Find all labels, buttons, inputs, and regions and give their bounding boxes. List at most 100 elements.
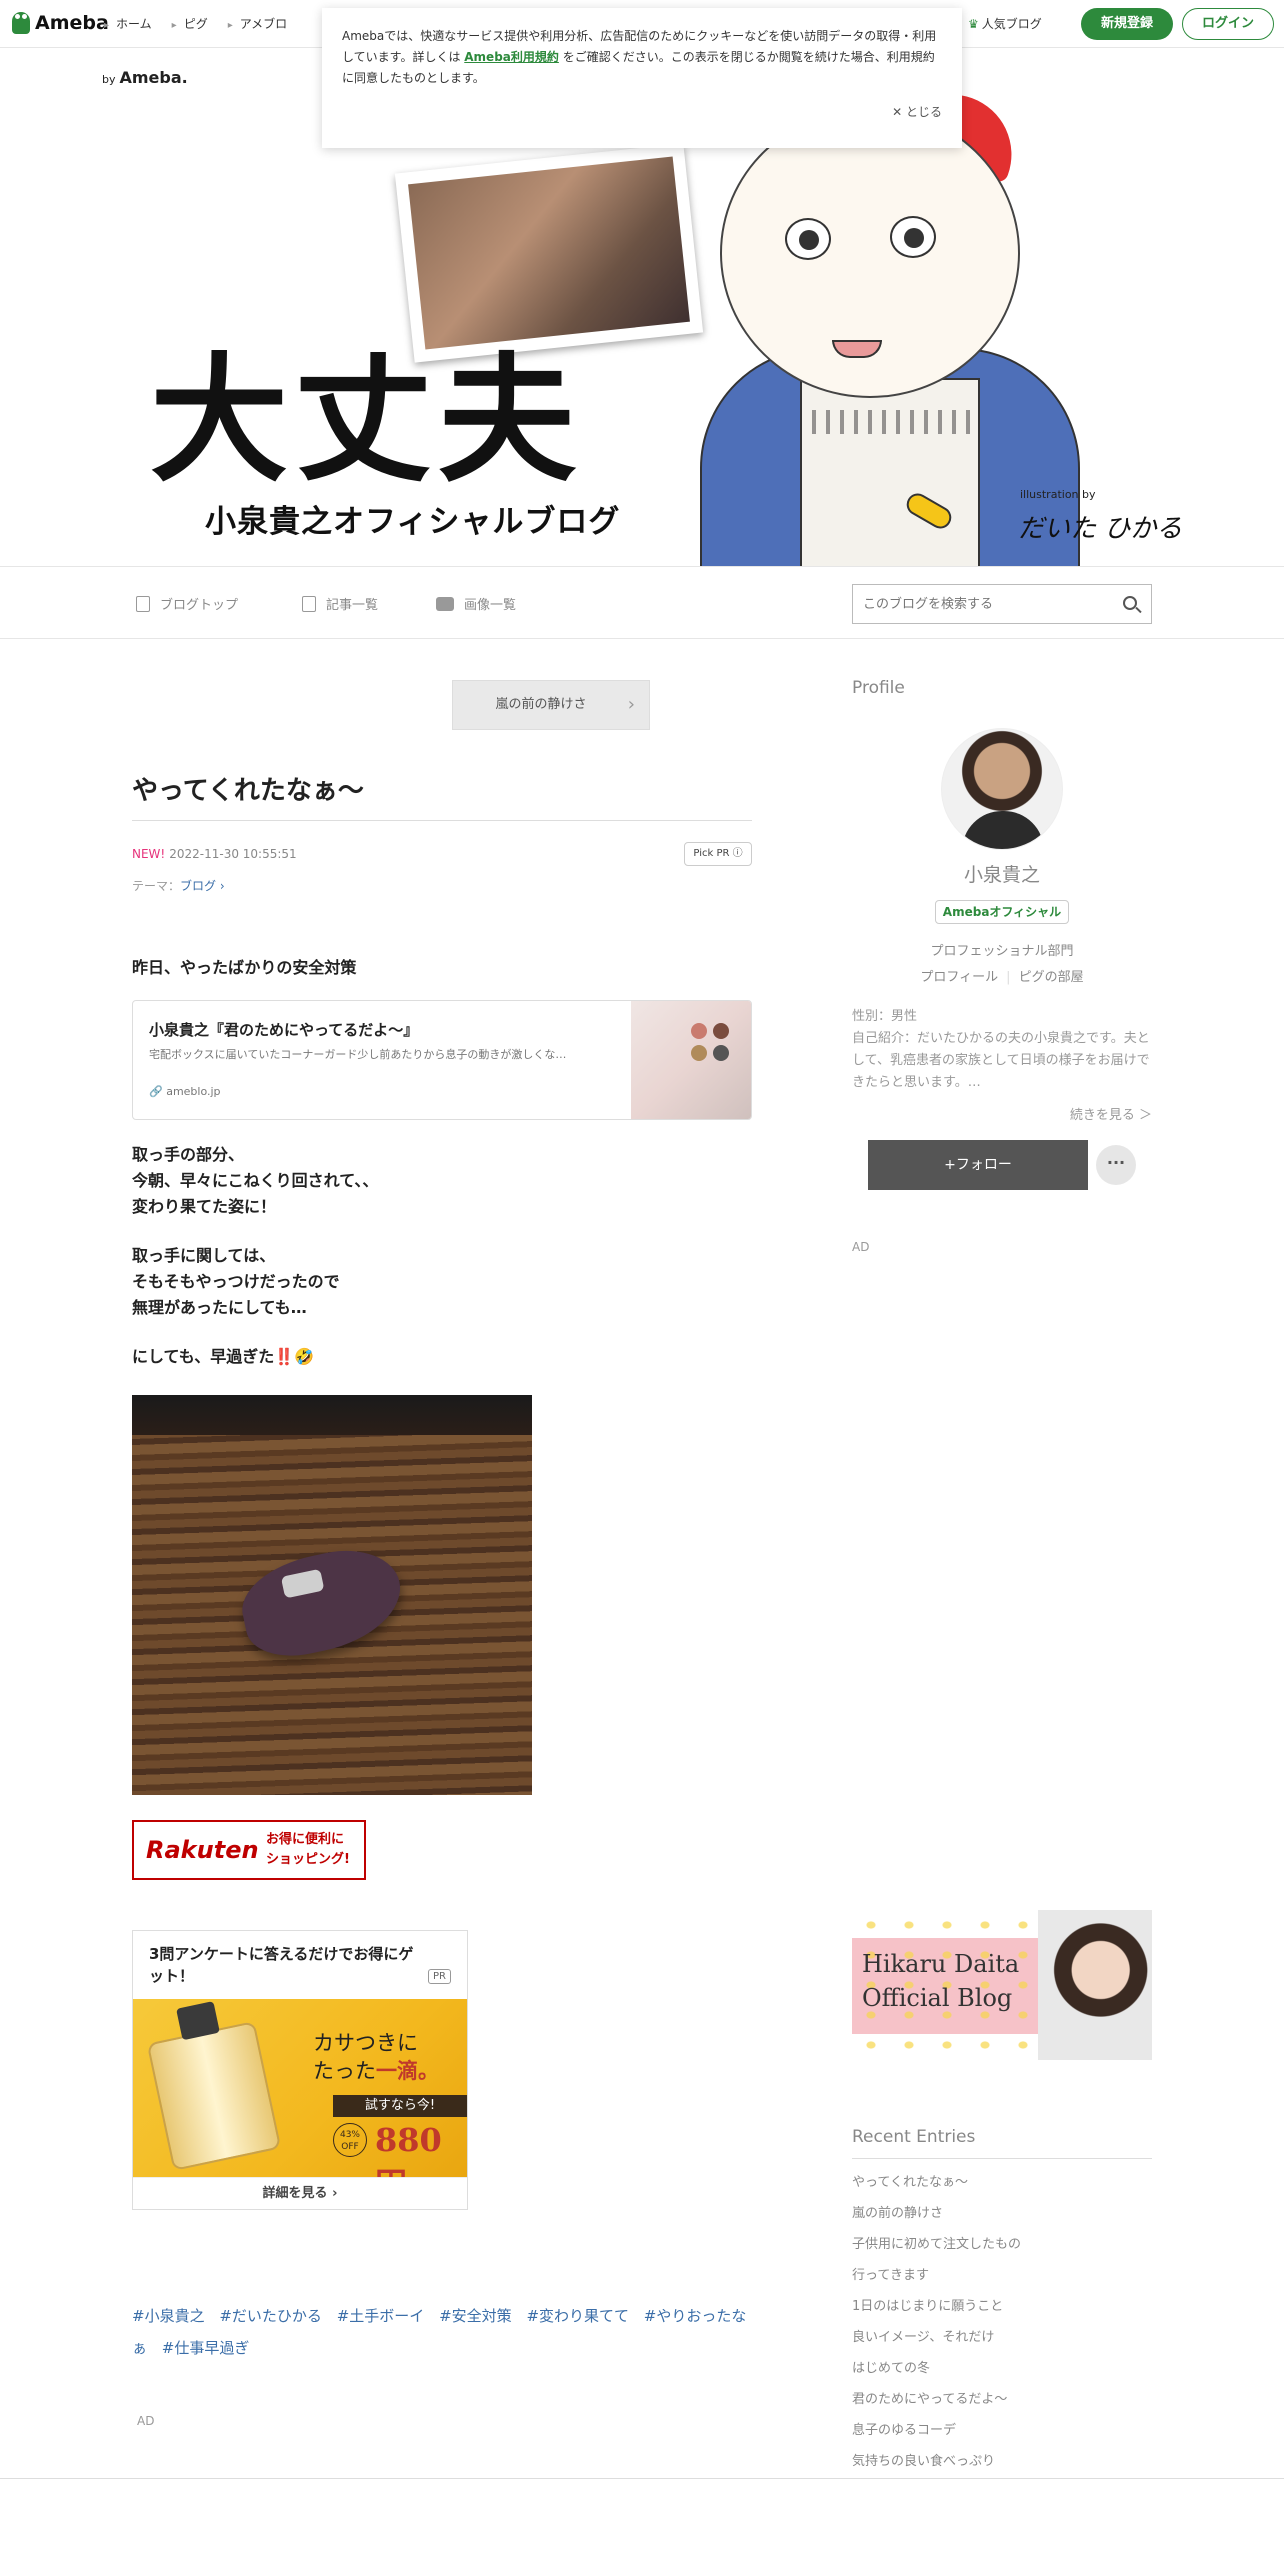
profile-avatar[interactable] xyxy=(941,728,1063,850)
nav-ameblo[interactable]: アメブロ xyxy=(228,15,287,32)
pr-badge: PR xyxy=(428,1969,451,1984)
follow-button[interactable]: +フォロー xyxy=(868,1140,1088,1190)
cookie-close-button[interactable]: ✕ とじる xyxy=(892,102,942,123)
recent-entry[interactable]: 子供用に初めて注文したもの xyxy=(852,2229,1152,2260)
global-nav: ホーム ピグ アメブロ xyxy=(104,15,287,32)
ad-title: 3問アンケートに答えるだけでお得にゲット！ xyxy=(149,1945,414,1985)
nav-pigg[interactable]: ピグ xyxy=(172,15,208,32)
recent-entry[interactable]: 良いイメージ、それだけ xyxy=(852,2322,1152,2353)
camera-icon xyxy=(436,596,454,611)
banner-portrait xyxy=(1038,1910,1152,2060)
theme-link[interactable]: ブログ xyxy=(180,879,216,893)
pigg-room-link[interactable]: ピグの部屋 xyxy=(1019,970,1084,985)
link-icon: 🔗 xyxy=(149,1085,167,1098)
hashtag[interactable]: #安全対策 xyxy=(439,2307,512,2325)
nav-image-list[interactable]: 画像一覧 xyxy=(436,594,516,613)
by-ameba-logo: by Ameba. xyxy=(102,68,188,87)
paragraph-3: にしても、早過ぎた‼️🤣 xyxy=(132,1347,315,1366)
logo-text: Ameba xyxy=(35,12,109,34)
rakuten-banner[interactable]: Rakuten お得に便利に ショッピング! xyxy=(132,1820,366,1880)
hashtag[interactable]: #変わり果てて xyxy=(526,2307,629,2325)
profile-link[interactable]: プロフィール xyxy=(920,970,998,985)
chevron-right-icon: › xyxy=(627,694,635,715)
title-divider xyxy=(132,820,752,821)
linked-entry-card[interactable]: 小泉貴之『君のためにやってるだよ〜』 宅配ボックスに届いていたコーナーガード少し… xyxy=(132,1000,752,1120)
recent-entries-heading: Recent Entries xyxy=(852,2127,976,2147)
cookie-close-label: とじる xyxy=(905,105,942,119)
sponsored-ad-card[interactable]: 3問アンケートに答えるだけでお得にゲット！ PR カサつきに たった一滴。 試す… xyxy=(132,1930,468,2210)
ameba-frog-icon xyxy=(12,12,30,34)
blog-nav: ブログトップ 記事一覧 画像一覧 xyxy=(0,566,1284,639)
profile-category[interactable]: プロフェッショナル部門 xyxy=(852,940,1152,959)
read-more-link[interactable]: 続きを見る ＞ xyxy=(852,1104,1152,1123)
recent-entry[interactable]: 気持ちの良い食べっぷり xyxy=(852,2446,1152,2477)
entry-meta: NEW! 2022-11-30 10:55:51 xyxy=(132,847,297,861)
linkcard-title: 小泉貴之『君のためにやってるだよ〜』 xyxy=(149,1021,419,1039)
blog-search xyxy=(852,584,1152,624)
illustration-eye-right xyxy=(890,216,936,258)
document-icon xyxy=(136,595,150,612)
entry-theme: テーマ：ブログ › xyxy=(132,879,225,893)
nav-blog-top[interactable]: ブログトップ xyxy=(136,594,238,613)
recent-entries-list: やってくれたなぁ〜 嵐の前の静けさ 子供用に初めて注文したもの 行ってきます 1… xyxy=(852,2167,1152,2477)
previous-entry-button[interactable]: 嵐の前の静けさ › xyxy=(452,680,650,730)
paragraph-2: 取っ手に関しては、 そもそもやっつけだったので 無理があったにしても… xyxy=(132,1246,340,1317)
ameba-logo[interactable]: Ameba xyxy=(12,12,109,34)
popular-label: 人気ブログ xyxy=(981,17,1042,31)
linkcard-thumbnail xyxy=(631,1001,751,1119)
cookie-consent-dialog: Amebaでは、快適なサービス提供や利用分析、広告配信のためにクッキーなどを使い… xyxy=(322,8,962,148)
intro-text: 昨日、やったばかりの安全対策 xyxy=(132,958,357,977)
ad-image: カサつきに たった一滴。 試すなら今! 43% OFF 880円 xyxy=(133,1999,467,2177)
illustration-credit-label: illustration by xyxy=(1020,488,1096,501)
terms-link[interactable]: Ameba利用規約 xyxy=(464,50,559,64)
nav-entry-list[interactable]: 記事一覧 xyxy=(302,594,378,613)
paragraph-1: 取っ手の部分、 今朝、早々にこねくり回されて、、 変わり果てた姿に！ xyxy=(132,1145,379,1216)
broken-corner-guard xyxy=(233,1539,411,1666)
recent-entry[interactable]: はじめての冬 xyxy=(852,2353,1152,2384)
hashtag[interactable]: #土手ボーイ xyxy=(337,2307,425,2325)
official-badge[interactable]: Amebaオフィシャル xyxy=(935,900,1069,924)
illustration-credit-name: だいた ひかる xyxy=(1018,514,1183,544)
entry-title[interactable]: やってくれたなぁ〜 xyxy=(132,770,364,807)
illustration-eye-left xyxy=(785,218,831,260)
recent-entry[interactable]: 君のためにやってるだよ〜 xyxy=(852,2384,1152,2415)
profile-bio: 性別：男性 自己紹介：だいたひかるの夫の小泉貴之です。夫として、乳癌患者の家族と… xyxy=(852,1009,1150,1090)
ad-label: AD xyxy=(137,2414,155,2428)
blog-title: 大丈夫 xyxy=(150,340,583,501)
search-icon[interactable] xyxy=(1123,596,1137,610)
rakuten-copy: お得に便利に ショッピング! xyxy=(266,1832,350,1867)
ad-more-link[interactable]: 詳細を見る › xyxy=(133,2177,467,2209)
linkcard-description: 宅配ボックスに届いていたコーナーガード少し前あたりから息子の動きが激しくな… xyxy=(149,1048,567,1061)
close-icon: ✕ xyxy=(892,105,906,119)
hashtag[interactable]: #だいたひかる xyxy=(219,2307,322,2325)
entry-datetime: 2022-11-30 10:55:51 xyxy=(169,847,297,861)
linkcard-host: 🔗 ameblo.jp xyxy=(149,1085,221,1098)
profile-heading: Profile xyxy=(852,678,905,698)
sidebar-ad-label: AD xyxy=(852,1240,870,1254)
more-options-button[interactable]: ··· xyxy=(1096,1145,1136,1185)
crown-icon: ♛ xyxy=(968,17,979,31)
pick-pr-button[interactable]: Pick PR ⓘ xyxy=(684,842,752,866)
recent-entry[interactable]: 息子のゆるコーデ xyxy=(852,2415,1152,2446)
recent-divider xyxy=(852,2158,1152,2159)
profile-links: プロフィール | ピグの部屋 xyxy=(920,970,1084,985)
recent-entry[interactable]: 行ってきます xyxy=(852,2260,1152,2291)
footer-divider xyxy=(0,2478,1284,2479)
hashtag-list: #小泉貴之 #だいたひかる #土手ボーイ #安全対策 #変わり果てて #やりおっ… xyxy=(132,2300,752,2364)
hashtag[interactable]: #小泉貴之 xyxy=(132,2307,205,2325)
nav-home[interactable]: ホーム xyxy=(104,15,152,32)
serum-bottle xyxy=(146,2020,282,2172)
illustration-sweater xyxy=(800,378,980,566)
recent-entry[interactable]: やってくれたなぁ〜 xyxy=(852,2167,1152,2198)
new-badge: NEW! xyxy=(132,847,166,861)
profile-name[interactable]: 小泉貴之 xyxy=(852,860,1152,887)
login-button[interactable]: ログイン xyxy=(1182,8,1274,40)
blog-search-input[interactable] xyxy=(853,585,1093,623)
register-button[interactable]: 新規登録 xyxy=(1081,8,1173,40)
hikaru-daita-blog-banner[interactable]: Hikaru Daita Official Blog xyxy=(852,1910,1152,2060)
recent-entry[interactable]: 嵐の前の静けさ xyxy=(852,2198,1152,2229)
hashtag[interactable]: #仕事早過ぎ xyxy=(162,2339,250,2357)
popular-blog-link[interactable]: ♛ 人気ブログ xyxy=(968,15,1042,32)
entry-photo[interactable] xyxy=(132,1395,532,1795)
recent-entry[interactable]: 1日のはじまりに願うこと xyxy=(852,2291,1152,2322)
